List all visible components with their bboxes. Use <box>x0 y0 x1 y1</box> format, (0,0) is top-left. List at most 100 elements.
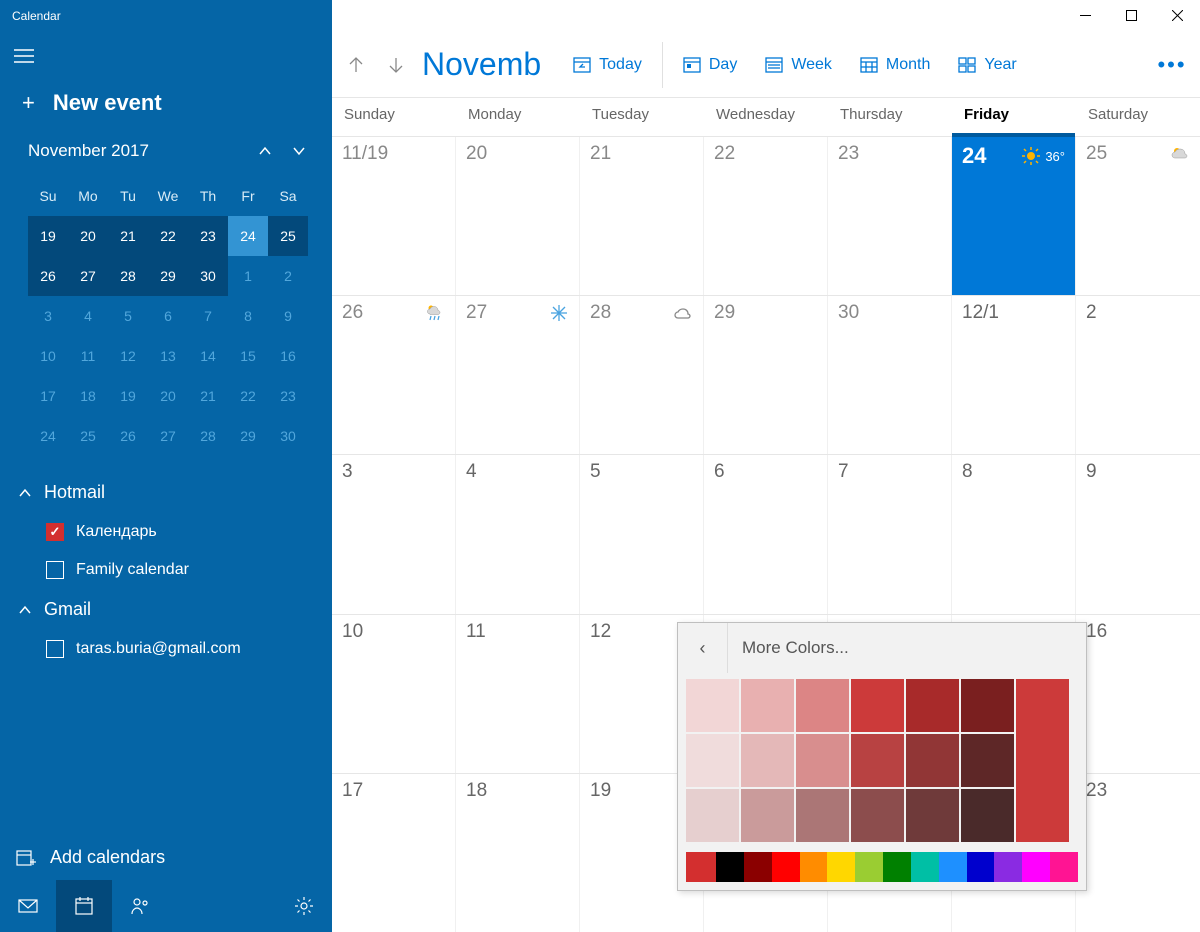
calendar-item-hotmail-1[interactable]: Family calendar <box>0 551 332 589</box>
day-cell[interactable]: 28 <box>580 296 704 454</box>
color-swatch[interactable] <box>961 734 1014 787</box>
mini-day[interactable]: 10 <box>28 336 68 376</box>
color-swatch[interactable] <box>686 789 739 842</box>
day-cell[interactable]: 29 <box>704 296 828 454</box>
color-swatch[interactable] <box>961 679 1014 732</box>
mini-day[interactable]: 3 <box>28 296 68 336</box>
today-button[interactable]: Today <box>559 50 656 80</box>
day-cell[interactable]: 3 <box>332 455 456 613</box>
calendar-item-gmail-0[interactable]: taras.buria@gmail.com <box>0 630 332 668</box>
account-hotmail-toggle[interactable]: Hotmail <box>0 472 332 513</box>
mini-day[interactable]: 8 <box>228 296 268 336</box>
hue-swatch[interactable] <box>939 852 967 882</box>
mini-day[interactable]: 20 <box>148 376 188 416</box>
day-cell[interactable]: 9 <box>1076 455 1200 613</box>
mini-day[interactable]: 9 <box>268 296 308 336</box>
mini-day[interactable]: 13 <box>148 336 188 376</box>
color-swatch[interactable] <box>741 734 794 787</box>
color-swatch[interactable] <box>796 734 849 787</box>
hue-swatch[interactable] <box>967 852 995 882</box>
mini-day[interactable]: 21 <box>108 216 148 256</box>
mini-day[interactable]: 12 <box>108 336 148 376</box>
maximize-button[interactable] <box>1108 0 1154 30</box>
mini-day[interactable]: 1 <box>228 256 268 296</box>
mini-day[interactable]: 7 <box>188 296 228 336</box>
hue-swatch[interactable] <box>911 852 939 882</box>
day-cell[interactable]: 12/1 <box>952 296 1076 454</box>
mail-button[interactable] <box>0 880 56 932</box>
mini-day[interactable]: 27 <box>68 256 108 296</box>
calendar-button[interactable] <box>56 880 112 932</box>
day-cell[interactable]: 6 <box>704 455 828 613</box>
day-cell[interactable]: 18 <box>456 774 580 932</box>
mini-day[interactable]: 18 <box>68 376 108 416</box>
color-swatch[interactable] <box>686 734 739 787</box>
new-event-button[interactable]: + New event <box>0 80 332 136</box>
minimize-button[interactable] <box>1062 0 1108 30</box>
color-swatch[interactable] <box>741 789 794 842</box>
mini-day[interactable]: 5 <box>108 296 148 336</box>
mini-day[interactable]: 23 <box>188 216 228 256</box>
day-cell[interactable]: 22 <box>704 137 828 295</box>
mini-day[interactable]: 4 <box>68 296 108 336</box>
mini-day[interactable]: 24 <box>28 416 68 456</box>
mini-day[interactable]: 21 <box>188 376 228 416</box>
mini-day[interactable]: 19 <box>28 216 68 256</box>
day-cell[interactable]: 26 <box>332 296 456 454</box>
day-cell[interactable]: 4 <box>456 455 580 613</box>
hue-swatch[interactable] <box>772 852 800 882</box>
color-swatch[interactable] <box>686 679 739 732</box>
settings-button[interactable] <box>276 880 332 932</box>
color-swatch[interactable] <box>796 789 849 842</box>
checkbox-checked-icon[interactable] <box>46 523 64 541</box>
hue-swatch[interactable] <box>1050 852 1078 882</box>
hue-swatch[interactable] <box>800 852 828 882</box>
color-swatch[interactable] <box>796 679 849 732</box>
year-view-button[interactable]: Year <box>944 50 1030 80</box>
day-cell[interactable]: 17 <box>332 774 456 932</box>
day-cell[interactable]: 11/19 <box>332 137 456 295</box>
color-swatch[interactable] <box>906 679 959 732</box>
mini-day[interactable]: 20 <box>68 216 108 256</box>
hue-swatch[interactable] <box>994 852 1022 882</box>
mini-day[interactable]: 30 <box>268 416 308 456</box>
day-cell[interactable]: 5 <box>580 455 704 613</box>
picker-back-button[interactable]: ‹ <box>678 623 728 673</box>
hue-swatch[interactable] <box>716 852 744 882</box>
account-gmail-toggle[interactable]: Gmail <box>0 589 332 630</box>
checkbox-unchecked-icon[interactable] <box>46 640 64 658</box>
hue-swatch[interactable] <box>855 852 883 882</box>
day-cell[interactable]: 20 <box>456 137 580 295</box>
prev-period-button[interactable] <box>336 45 376 85</box>
next-period-button[interactable] <box>376 45 416 85</box>
day-cell[interactable]: 10 <box>332 615 456 773</box>
hue-swatch[interactable] <box>883 852 911 882</box>
day-cell[interactable]: 30 <box>828 296 952 454</box>
mini-day[interactable]: 24 <box>228 216 268 256</box>
color-swatch[interactable] <box>851 679 904 732</box>
hamburger-button[interactable] <box>0 32 48 80</box>
mini-prev-month-button[interactable] <box>248 136 282 166</box>
checkbox-unchecked-icon[interactable] <box>46 561 64 579</box>
month-view-button[interactable]: Month <box>846 50 944 80</box>
people-button[interactable] <box>112 880 168 932</box>
mini-day[interactable]: 29 <box>148 256 188 296</box>
week-view-button[interactable]: Week <box>751 50 846 80</box>
day-cell[interactable]: 23 <box>1076 774 1200 932</box>
mini-day[interactable]: 28 <box>108 256 148 296</box>
mini-day[interactable]: 26 <box>28 256 68 296</box>
day-cell[interactable]: 21 <box>580 137 704 295</box>
day-view-button[interactable]: Day <box>669 50 751 80</box>
mini-day[interactable]: 25 <box>268 216 308 256</box>
hue-swatch[interactable] <box>1022 852 1050 882</box>
day-cell[interactable]: 27 <box>456 296 580 454</box>
more-options-button[interactable]: ••• <box>1150 45 1194 85</box>
day-cell[interactable]: 2436° <box>952 137 1076 295</box>
day-cell[interactable]: 16 <box>1076 615 1200 773</box>
color-swatch[interactable] <box>851 734 904 787</box>
mini-next-month-button[interactable] <box>282 136 316 166</box>
mini-day[interactable]: 19 <box>108 376 148 416</box>
color-swatch-selected[interactable] <box>1016 679 1069 842</box>
day-cell[interactable]: 8 <box>952 455 1076 613</box>
day-cell[interactable]: 7 <box>828 455 952 613</box>
